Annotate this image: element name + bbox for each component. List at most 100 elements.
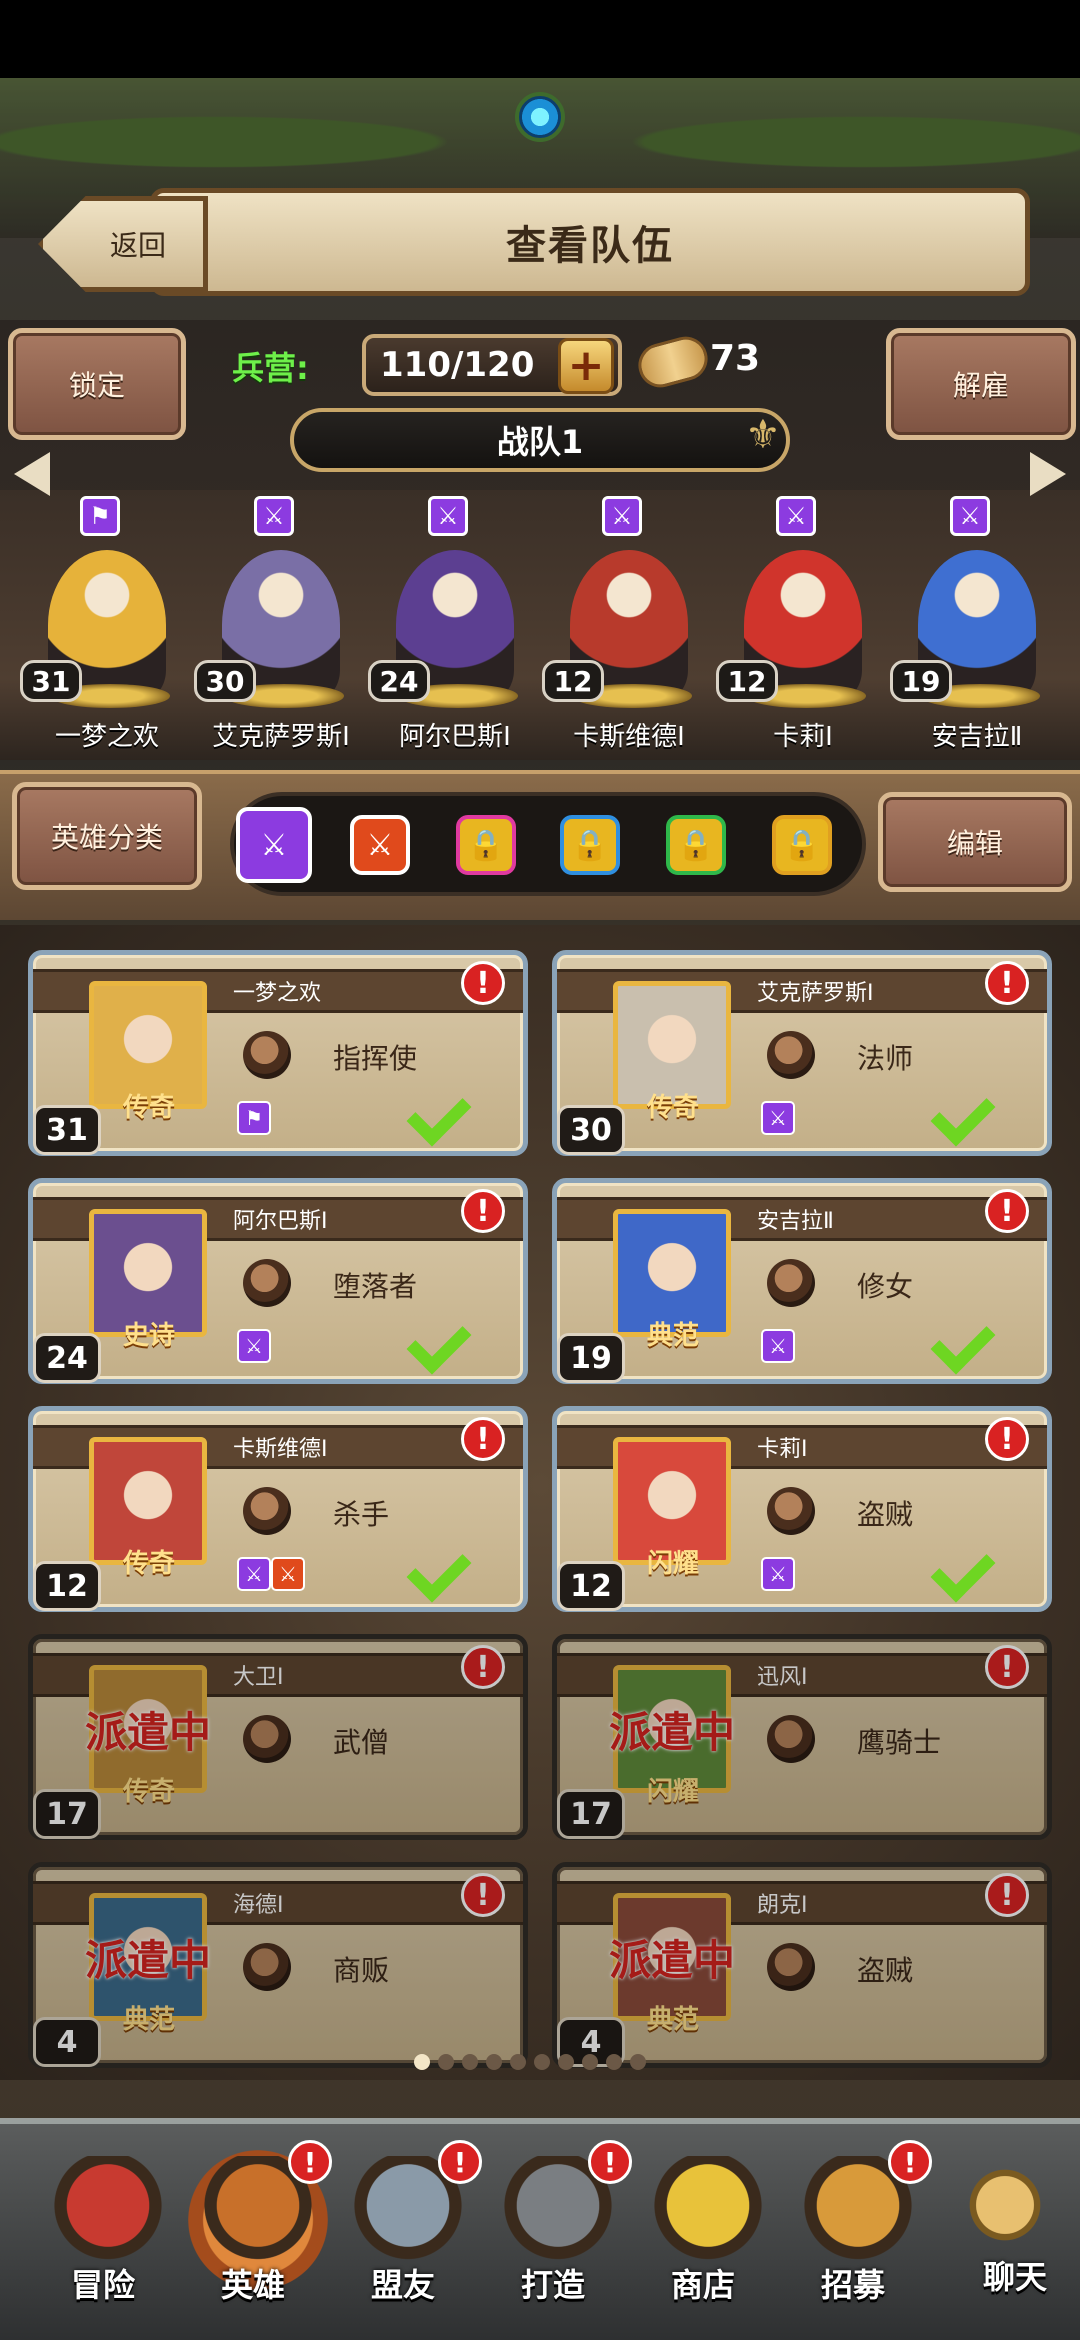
hero-card[interactable]: 迅风Ⅰ! 闪耀 17 鹰骑士 派遣中 bbox=[552, 1634, 1052, 1840]
job-avatar-icon bbox=[243, 1715, 291, 1763]
job-avatar-icon bbox=[243, 1487, 291, 1535]
alert-icon[interactable]: ! bbox=[461, 1189, 505, 1233]
status-bar bbox=[0, 0, 1080, 78]
alert-icon[interactable]: ! bbox=[985, 1189, 1029, 1233]
page-dot[interactable] bbox=[582, 2054, 598, 2070]
lineup-hero[interactable]: ⚔ 30 艾克萨罗斯Ⅰ bbox=[194, 490, 368, 760]
hero-level: 30 bbox=[557, 1105, 625, 1155]
dismiss-button[interactable]: 解雇 bbox=[886, 328, 1076, 440]
alert-icon[interactable]: ! bbox=[985, 1417, 1029, 1461]
add-barracks-button[interactable]: + bbox=[558, 338, 614, 394]
nav-handshake[interactable]: 盟友! bbox=[328, 2140, 482, 2330]
hero-card[interactable]: 阿尔巴斯Ⅰ! 史诗 24 堕落者 ⚔ bbox=[28, 1178, 528, 1384]
scroll-count: 73 bbox=[710, 338, 761, 379]
alert-icon[interactable]: ! bbox=[461, 961, 505, 1005]
dispatch-status: 派遣中 bbox=[84, 1708, 211, 1757]
hero-level: 24 bbox=[368, 660, 430, 702]
hero-rank: 典范 bbox=[122, 2005, 175, 2035]
page-dot[interactable] bbox=[462, 2054, 478, 2070]
page-dot[interactable] bbox=[414, 2054, 430, 2070]
sword-icon[interactable]: ⚔ bbox=[350, 815, 410, 875]
hero-card-name: 阿尔巴斯Ⅰ bbox=[233, 1209, 328, 1234]
nav-label: 商店 bbox=[670, 2266, 735, 2304]
hero-card-name: 卡斯维德Ⅰ bbox=[233, 1437, 328, 1462]
nav-chat-bubble[interactable]: 聊天 bbox=[950, 2140, 1080, 2330]
hero-job: 指挥使 bbox=[333, 1042, 418, 1075]
hero-card[interactable]: 卡莉Ⅰ! 闪耀 12 盗贼 ⚔ bbox=[552, 1406, 1052, 1612]
job-avatar-icon bbox=[767, 1715, 815, 1763]
lineup-hero[interactable]: ⚔ 24 阿尔巴斯Ⅰ bbox=[368, 490, 542, 760]
lock-button[interactable]: 锁定 bbox=[8, 328, 186, 440]
lock-icon[interactable]: 🔒 bbox=[456, 815, 516, 875]
hero-card-name: 艾克萨罗斯Ⅰ bbox=[757, 981, 874, 1006]
hero-category-button[interactable]: 英雄分类 bbox=[12, 782, 202, 890]
check-icon bbox=[937, 1303, 1007, 1353]
hero-card-name: 迅风Ⅰ bbox=[757, 1665, 808, 1690]
hero-card[interactable]: 艾克萨罗斯Ⅰ! 传奇 30 法师 ⚔ bbox=[552, 950, 1052, 1156]
lineup-hero[interactable]: ⚔ 12 卡斯维德Ⅰ bbox=[542, 490, 716, 760]
hero-card[interactable]: 一梦之欢! 传奇 31 指挥使 ⚑ bbox=[28, 950, 528, 1156]
nav-crossed-swords[interactable]: 冒险 bbox=[28, 2140, 178, 2330]
lineup-hero[interactable]: ⚔ 12 卡莉Ⅰ bbox=[716, 490, 890, 760]
lock-icon[interactable]: 🔒 bbox=[666, 815, 726, 875]
hero-rank: 史诗 bbox=[122, 1321, 175, 1351]
flag-icon: ⚑ bbox=[237, 1101, 271, 1135]
hero-level: 19 bbox=[557, 1333, 625, 1383]
hero-card[interactable]: 大卫Ⅰ! 传奇 17 武僧 派遣中 bbox=[28, 1634, 528, 1840]
crossed-swords-icon bbox=[53, 2156, 163, 2266]
hero-name: 卡莉Ⅰ bbox=[773, 722, 833, 752]
hero-card[interactable]: 朗克Ⅰ! 典范 4 盗贼 派遣中 bbox=[552, 1862, 1052, 2068]
alert-icon[interactable]: ! bbox=[985, 961, 1029, 1005]
hero-card-name: 一梦之欢 bbox=[233, 981, 322, 1006]
hero-job: 修女 bbox=[857, 1270, 914, 1303]
nav-gold-bars[interactable]: 商店 bbox=[628, 2140, 778, 2330]
page-dot[interactable] bbox=[438, 2054, 454, 2070]
alert-icon[interactable]: ! bbox=[985, 1645, 1029, 1689]
hero-rank: 闪耀 bbox=[646, 1549, 699, 1579]
check-icon bbox=[937, 1531, 1007, 1581]
sword-icon: ⚔ bbox=[950, 496, 990, 536]
hero-rank: 典范 bbox=[646, 1321, 699, 1351]
hero-level: 31 bbox=[33, 1105, 101, 1155]
hero-level: 12 bbox=[542, 660, 604, 702]
edit-button[interactable]: 编辑 bbox=[878, 792, 1072, 892]
sword-icon: ⚔ bbox=[776, 496, 816, 536]
page-indicator bbox=[414, 2054, 646, 2074]
hero-name: 卡斯维德Ⅰ bbox=[573, 722, 685, 752]
hero-card[interactable]: 海德Ⅰ! 典范 4 商贩 派遣中 bbox=[28, 1862, 528, 2068]
team-name-banner[interactable]: 战队1 bbox=[290, 408, 790, 472]
alert-icon[interactable]: ! bbox=[461, 1417, 505, 1461]
notification-badge-icon: ! bbox=[288, 2140, 332, 2184]
page-dot[interactable] bbox=[486, 2054, 502, 2070]
nav-barrel-portal[interactable]: 招募! bbox=[778, 2140, 932, 2330]
hero-card[interactable]: 卡斯维德Ⅰ! 传奇 12 杀手 ⚔ ⚔ bbox=[28, 1406, 528, 1612]
nav-knight-helmet[interactable]: 英雄! bbox=[178, 2140, 332, 2330]
hero-rank: 闪耀 bbox=[646, 1777, 699, 1807]
lineup-hero[interactable]: ⚔ 19 安吉拉Ⅱ bbox=[890, 490, 1064, 760]
sword-icon: ⚔ bbox=[237, 1329, 271, 1363]
alert-icon[interactable]: ! bbox=[461, 1873, 505, 1917]
job-avatar-icon bbox=[767, 1259, 815, 1307]
sword-icon[interactable]: ⚔ bbox=[236, 807, 312, 883]
notification-badge-icon: ! bbox=[588, 2140, 632, 2184]
filter-tabs bbox=[230, 792, 866, 896]
page-dot[interactable] bbox=[558, 2054, 574, 2070]
hero-level: 19 bbox=[890, 660, 952, 702]
hero-job: 盗贼 bbox=[857, 1498, 914, 1531]
nav-hammer[interactable]: 打造! bbox=[478, 2140, 632, 2330]
nav-label: 招募 bbox=[820, 2266, 885, 2304]
lock-icon[interactable]: 🔒 bbox=[560, 815, 620, 875]
page-dot[interactable] bbox=[606, 2054, 622, 2070]
lock-icon[interactable]: 🔒 bbox=[772, 815, 832, 875]
page-dot[interactable] bbox=[630, 2054, 646, 2070]
hero-card[interactable]: 安吉拉Ⅱ! 典范 19 修女 ⚔ bbox=[552, 1178, 1052, 1384]
hero-job: 法师 bbox=[857, 1042, 914, 1075]
hero-level: 12 bbox=[557, 1561, 625, 1611]
page-dot[interactable] bbox=[534, 2054, 550, 2070]
notification-badge-icon: ! bbox=[438, 2140, 482, 2184]
page-dot[interactable] bbox=[510, 2054, 526, 2070]
hero-job: 商贩 bbox=[333, 1954, 390, 1987]
lineup-hero[interactable]: ⚑ 31 一梦之欢 bbox=[20, 490, 194, 760]
alert-icon[interactable]: ! bbox=[461, 1645, 505, 1689]
alert-icon[interactable]: ! bbox=[985, 1873, 1029, 1917]
